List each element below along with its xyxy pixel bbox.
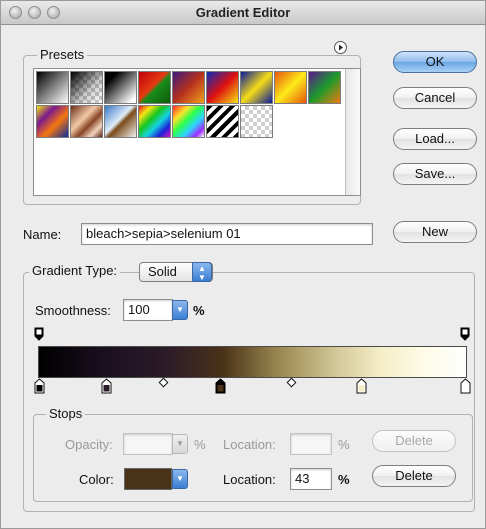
name-label: Name: xyxy=(23,227,62,242)
presets-scrollbar[interactable] xyxy=(345,69,360,195)
opacity-dropdown-icon[interactable]: ▼ xyxy=(172,434,188,454)
gradient-type-value: Solid xyxy=(148,264,177,279)
preset-copper[interactable] xyxy=(70,105,103,138)
preset-blue-yellow-blue[interactable] xyxy=(240,71,273,104)
cancel-button[interactable]: Cancel xyxy=(393,87,477,109)
chevron-updown-icon: ▲ ▼ xyxy=(192,262,212,282)
save-button[interactable]: Save... xyxy=(393,163,477,185)
ok-button[interactable]: OK xyxy=(393,51,477,73)
delete-opacity-stop-button[interactable]: Delete xyxy=(372,430,456,452)
window-title: Gradient Editor xyxy=(195,5,291,20)
color-location-label: Location: xyxy=(223,472,276,487)
delete-color-stop-button[interactable]: Delete xyxy=(372,465,456,487)
preset-foreground-to-background[interactable] xyxy=(36,71,69,104)
opacity-location-unit: % xyxy=(338,437,350,452)
color-stop-4[interactable] xyxy=(460,378,471,394)
color-stop-1[interactable] xyxy=(101,378,112,394)
new-button[interactable]: New xyxy=(393,221,477,243)
preset-yellow-violet-orange-blue[interactable] xyxy=(36,105,69,138)
color-dropdown-icon[interactable]: ▼ xyxy=(172,469,188,489)
preset-orange-yellow-orange[interactable] xyxy=(274,71,307,104)
opacity-stop-left[interactable] xyxy=(34,327,44,341)
opacity-location-label: Location: xyxy=(223,437,276,452)
stops-label: Stops xyxy=(46,406,86,421)
smoothness-input[interactable]: 100 xyxy=(123,299,173,321)
color-label: Color: xyxy=(79,472,114,487)
opacity-unit: % xyxy=(194,437,206,452)
opacity-label: Opacity: xyxy=(65,437,113,452)
gradient-editor-window: Gradient Editor Presets OK Cancel Load..… xyxy=(0,0,486,529)
preset-black-white[interactable] xyxy=(104,71,137,104)
preset-red-green[interactable] xyxy=(138,71,171,104)
preset-violet-green-orange[interactable] xyxy=(308,71,341,104)
load-button[interactable]: Load... xyxy=(393,128,477,150)
preset-spectrum[interactable] xyxy=(138,105,171,138)
color-stop-3[interactable] xyxy=(356,378,367,394)
preset-transparent-rainbow[interactable] xyxy=(172,105,205,138)
preset-checkerboard[interactable] xyxy=(240,105,273,138)
color-swatch[interactable] xyxy=(124,468,172,490)
opacity-input[interactable] xyxy=(123,433,173,455)
preset-foreground-to-transparent[interactable] xyxy=(70,71,103,104)
color-stop-0[interactable] xyxy=(34,378,45,394)
preset-violet-orange[interactable] xyxy=(172,71,205,104)
opacity-location-input[interactable] xyxy=(290,433,332,455)
smoothness-dropdown-icon[interactable]: ▼ xyxy=(172,300,188,320)
presets-label: Presets xyxy=(37,47,88,62)
gradient-type-label: Gradient Type: xyxy=(29,263,121,278)
color-stop-selected[interactable] xyxy=(215,378,226,394)
name-input[interactable]: bleach>sepia>selenium 01 xyxy=(81,223,373,245)
title-bar: Gradient Editor xyxy=(1,1,485,25)
smoothness-label: Smoothness: xyxy=(35,303,111,318)
preset-chrome[interactable] xyxy=(104,105,137,138)
stops-group xyxy=(33,414,473,502)
presets-menu-icon[interactable] xyxy=(334,41,347,54)
gradient-preview-bar[interactable] xyxy=(38,346,467,378)
preset-transparent-stripes[interactable] xyxy=(206,105,239,138)
gradient-type-select[interactable]: Solid ▲ ▼ xyxy=(139,262,213,282)
opacity-stop-right[interactable] xyxy=(460,327,470,341)
color-location-input[interactable]: 43 xyxy=(290,468,332,490)
color-location-unit: % xyxy=(338,472,350,487)
smoothness-unit: % xyxy=(193,303,205,318)
presets-list[interactable] xyxy=(33,68,361,196)
preset-blue-red-yellow[interactable] xyxy=(206,71,239,104)
